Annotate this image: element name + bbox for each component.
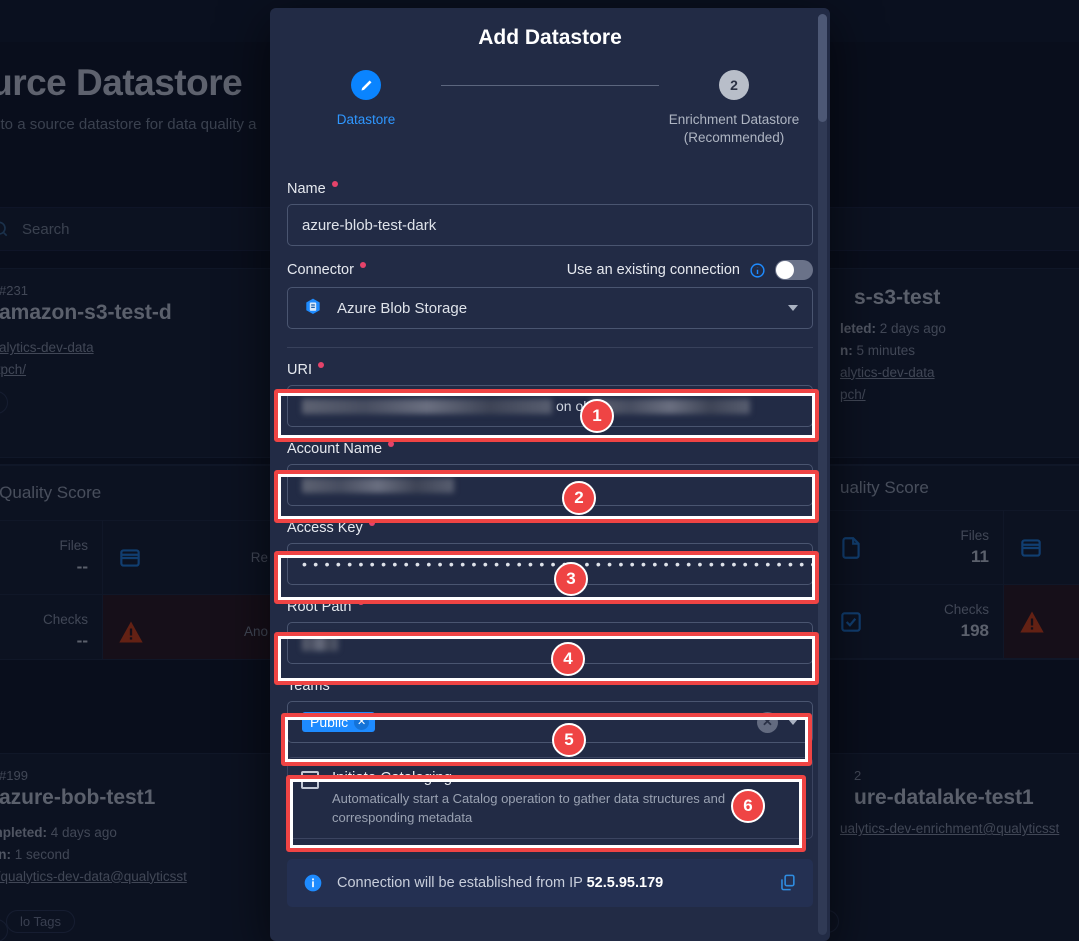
account-name-input[interactable] [287,464,813,507]
stepper-step-datastore[interactable]: Datastore [291,70,441,129]
teams-select[interactable]: Public ✕ ✕ [287,701,813,744]
connector-select[interactable]: Azure Blob Storage [287,287,813,330]
modal-title: Add Datastore [478,26,622,49]
name-field: Name azure-blob-test-dark [287,181,813,247]
step-number-2: 2 [719,70,749,100]
required-indicator [335,678,342,685]
modal-scrollbar-thumb[interactable] [818,14,827,122]
stepper-label-datastore: Datastore [336,112,396,127]
azure-blob-icon [306,299,320,315]
team-chip-label: Public [310,714,349,731]
required-indicator [368,520,375,527]
required-indicator [357,599,364,606]
clear-icon[interactable]: ✕ [757,711,778,733]
info-icon[interactable] [749,262,766,279]
toggle-knob [776,261,794,280]
annotation-badge-3: 3 [554,562,588,596]
use-existing-connection-toggle[interactable] [775,260,813,281]
uri-input[interactable]: on ol [287,385,813,428]
info-icon [304,874,322,892]
required-indicator [359,262,366,269]
teams-field: Teams Public ✕ ✕ [287,678,813,744]
modal-scrollbar-track[interactable] [818,14,827,935]
stepper-sublabel-enrichment: (Recommended) [683,130,785,146]
screen: ource Datastore nect to a source datasto… [0,0,1079,941]
access-key-label: Access Key [287,520,363,537]
chevron-down-icon[interactable] [788,719,798,726]
name-input[interactable]: azure-blob-test-dark [287,204,813,247]
banner-prefix: Connection will be established from IP [337,874,587,891]
annotation-badge-6: 6 [731,789,765,823]
divider [287,347,813,349]
root-path-label: Root Path [287,599,352,616]
account-name-field: Account Name [287,441,813,507]
account-name-label: Account Name [287,441,383,458]
uri-field: URI on ol [287,362,813,428]
close-icon[interactable]: ✕ [354,714,370,730]
stepper-step-enrichment[interactable]: 2 Enrichment Datastore (Recommended) [659,70,809,147]
pencil-icon [351,70,381,100]
annotation-badge-2: 2 [562,481,596,515]
connection-ip-banner: Connection will be established from IP 5… [287,858,813,907]
access-key-input[interactable]: ••••••••••••••••••••••••••••••••••••••••… [287,543,815,586]
annotation-badge-5: 5 [552,723,586,757]
required-indicator [388,441,395,448]
initiate-cataloging-title: Initiate Cataloging [332,769,453,787]
stepper-label-enrichment: Enrichment Datastore [668,112,800,127]
connector-label: Connector [287,262,354,279]
teams-label: Teams [287,678,330,695]
uri-label: URI [287,362,312,379]
initiate-cataloging-description: Automatically start a Catalog operation … [332,791,726,825]
root-path-field: Root Path [287,599,813,665]
team-chip[interactable]: Public ✕ [302,712,376,733]
banner-text: Connection will be established from IP 5… [337,875,764,891]
use-existing-connection-label: Use an existing connection [566,262,740,279]
chevron-down-icon [788,305,798,312]
stepper-connector-line [441,85,659,86]
annotation-badge-4: 4 [551,642,585,676]
name-label: Name [287,181,326,198]
required-indicator [331,181,338,188]
stepper: Datastore 2 Enrichment Datastore (Recomm… [270,58,830,153]
connector-value: Azure Blob Storage [337,299,468,317]
banner-ip: 52.5.95.179 [586,874,664,891]
initiate-cataloging-checkbox[interactable] [301,771,319,790]
access-key-field: Access Key •••••••••••••••••••••••••••••… [287,520,815,586]
annotation-badge-1: 1 [580,399,614,433]
connector-field: Connector Use an existing connection Azu… [287,260,813,349]
copy-icon[interactable] [778,873,797,892]
root-path-input[interactable] [287,622,813,665]
required-indicator [317,362,324,369]
